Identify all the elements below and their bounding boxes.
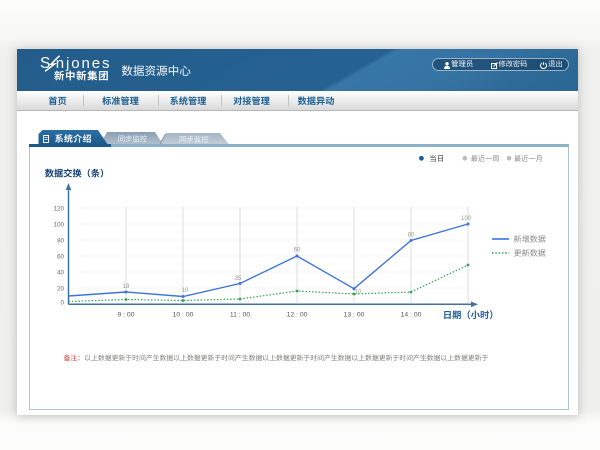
svg-text:100: 100	[461, 216, 472, 222]
svg-text:10: 10	[182, 288, 189, 294]
svg-text:18: 18	[123, 284, 130, 290]
svg-text:60: 60	[294, 248, 301, 254]
svg-text:60: 60	[57, 253, 64, 260]
svg-text:12 : 00: 12 : 00	[287, 312, 308, 319]
svg-text:40: 40	[57, 269, 64, 276]
svg-text:120: 120	[54, 205, 65, 212]
svg-text:10: 10	[355, 290, 362, 296]
svg-text:100: 100	[54, 221, 65, 228]
svg-text:80: 80	[57, 237, 64, 244]
svg-text:0: 0	[61, 300, 65, 307]
svg-text:20: 20	[57, 285, 64, 292]
svg-text:14 : 00: 14 : 00	[401, 312, 422, 319]
svg-text:35: 35	[235, 276, 242, 282]
svg-text:10 : 00: 10 : 00	[173, 312, 194, 319]
svg-text:11 : 00: 11 : 00	[230, 312, 251, 319]
svg-text:80: 80	[408, 233, 415, 239]
svg-text:13 : 00: 13 : 00	[344, 312, 365, 319]
svg-text:9 : 00: 9 : 00	[117, 312, 134, 319]
